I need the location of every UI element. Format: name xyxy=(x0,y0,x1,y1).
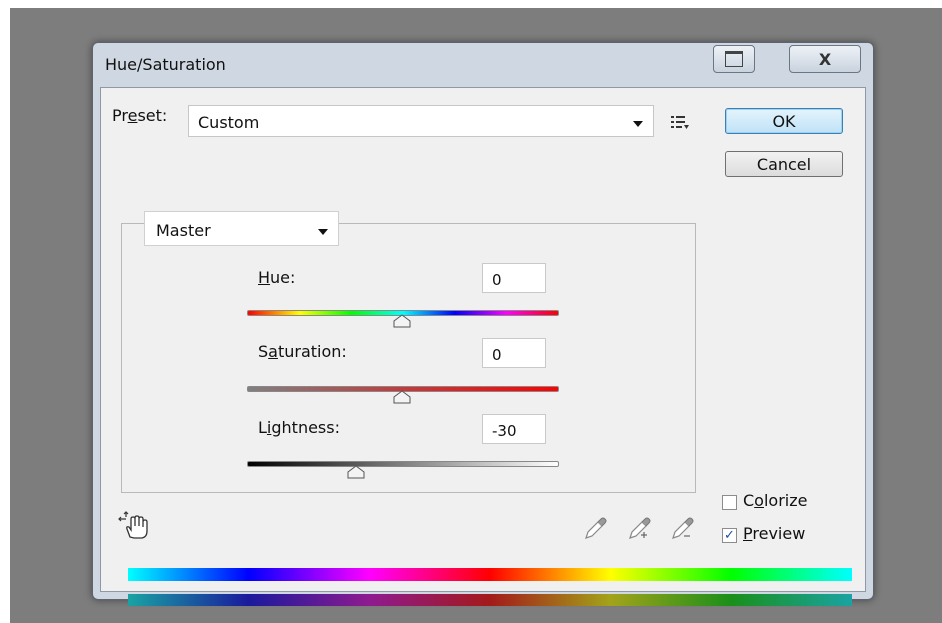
saturation-label: Saturation: xyxy=(258,342,347,361)
ok-button[interactable]: OK xyxy=(725,108,843,134)
chevron-down-icon xyxy=(633,121,643,127)
preset-value: Custom xyxy=(198,113,260,132)
preset-dropdown[interactable]: Custom xyxy=(188,105,654,137)
lightness-label: Lightness: xyxy=(258,418,340,437)
channel-value: Master xyxy=(156,221,211,240)
hue-value-field[interactable]: 0 xyxy=(482,263,546,293)
colorize-checkbox[interactable] xyxy=(722,495,737,510)
eyedropper-icon[interactable] xyxy=(583,515,609,545)
cancel-button-label: Cancel xyxy=(756,154,812,174)
eyedropper-plus-icon[interactable] xyxy=(627,515,653,545)
cancel-button[interactable]: Cancel xyxy=(725,151,843,177)
preset-label: Preset: xyxy=(112,106,168,125)
ok-button-label: OK xyxy=(772,111,796,131)
saturation-value-field[interactable]: 0 xyxy=(482,338,546,368)
window-restore-button[interactable] xyxy=(713,45,755,73)
eyedropper-minus-icon[interactable] xyxy=(670,515,696,545)
preview-label[interactable]: Preview xyxy=(743,524,805,543)
lightness-slider-track[interactable] xyxy=(247,461,559,467)
checkmark-icon: ✓ xyxy=(724,528,735,543)
adjustment-group xyxy=(121,223,696,493)
colorize-label[interactable]: Colorize xyxy=(743,491,807,510)
hand-adjust-icon[interactable] xyxy=(118,511,152,545)
preset-options-icon[interactable] xyxy=(670,114,690,134)
restore-icon xyxy=(725,51,743,67)
preview-checkbox[interactable]: ✓ xyxy=(722,528,737,543)
dialog-title: Hue/Saturation xyxy=(105,55,226,74)
channel-dropdown[interactable]: Master xyxy=(144,211,339,246)
title-bar: Hue/Saturation X xyxy=(93,43,873,87)
window-close-button[interactable]: X xyxy=(789,45,861,73)
output-color-bar xyxy=(128,594,852,606)
close-icon: X xyxy=(818,49,832,69)
hue-label: Hue: xyxy=(258,268,296,287)
input-color-bar xyxy=(128,568,852,581)
lightness-value-field[interactable]: -30 xyxy=(482,414,546,444)
hue-saturation-dialog: Hue/Saturation X Preset: Custom OK Cance… xyxy=(92,42,874,606)
dialog-body: Preset: Custom OK Cancel Master Hue: 0 S… xyxy=(100,87,866,606)
chevron-down-icon xyxy=(318,229,328,235)
